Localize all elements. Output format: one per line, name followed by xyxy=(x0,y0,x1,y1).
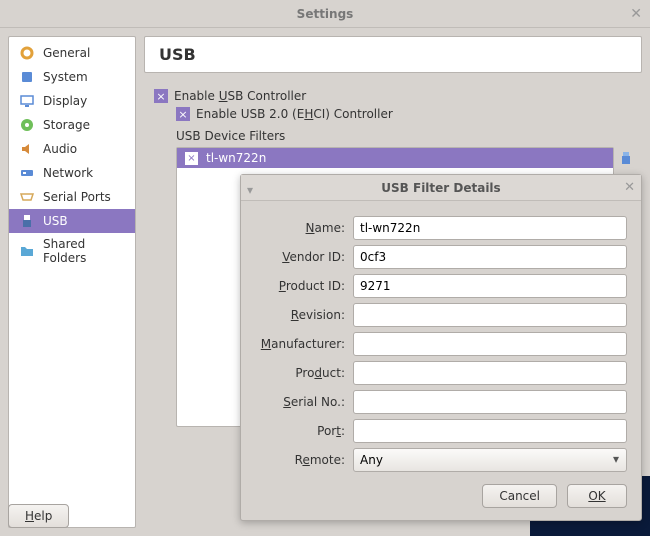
folder-icon xyxy=(19,243,35,259)
window-title: Settings xyxy=(297,7,354,21)
name-field[interactable] xyxy=(353,216,627,240)
sidebar-item-label: USB xyxy=(43,214,68,228)
vendor-id-field[interactable] xyxy=(353,245,627,269)
dialog-close-icon[interactable]: ✕ xyxy=(624,180,635,195)
product-field[interactable] xyxy=(353,361,627,385)
revision-label: Revision: xyxy=(255,308,345,322)
usb-icon xyxy=(19,213,35,229)
checkbox-icon: × xyxy=(176,107,190,121)
gear-icon xyxy=(19,45,35,61)
cancel-button[interactable]: Cancel xyxy=(482,484,557,508)
ok-button[interactable]: OK xyxy=(567,484,627,508)
sidebar-item-label: Storage xyxy=(43,118,90,132)
enable-usb-checkbox[interactable]: × Enable USB Controller xyxy=(154,89,640,103)
usb-filters-label: USB Device Filters xyxy=(176,129,640,143)
sidebar-item-system[interactable]: System xyxy=(9,65,135,89)
window-titlebar: Settings ✕ xyxy=(0,0,650,28)
usb-filter-row[interactable]: × tl-wn722n xyxy=(177,148,613,168)
enable-ehci-label: Enable USB 2.0 (EHCI) Controller xyxy=(196,107,393,121)
remote-select[interactable]: Any xyxy=(353,448,627,472)
monitor-icon xyxy=(19,93,35,109)
checkbox-icon[interactable]: × xyxy=(185,152,198,165)
dialog-titlebar[interactable]: ▾ USB Filter Details ✕ xyxy=(241,175,641,201)
manufacturer-field[interactable] xyxy=(353,332,627,356)
sidebar-item-label: Audio xyxy=(43,142,77,156)
chip-icon xyxy=(19,69,35,85)
window-close-icon[interactable]: ✕ xyxy=(630,6,642,22)
remote-label: Remote: xyxy=(255,453,345,467)
enable-ehci-checkbox[interactable]: × Enable USB 2.0 (EHCI) Controller xyxy=(176,107,640,121)
sidebar-item-label: Display xyxy=(43,94,87,108)
dialog-title: USB Filter Details xyxy=(381,181,500,195)
sidebar-item-label: Shared Folders xyxy=(43,237,125,265)
usb-filter-name: tl-wn722n xyxy=(206,151,266,165)
name-label: Name: xyxy=(255,221,345,235)
sidebar-item-audio[interactable]: Audio xyxy=(9,137,135,161)
add-empty-filter-icon[interactable] xyxy=(618,149,638,169)
sidebar-item-label: Network xyxy=(43,166,93,180)
sidebar-item-general[interactable]: General xyxy=(9,41,135,65)
serial-no-field[interactable] xyxy=(353,390,627,414)
sidebar-item-label: System xyxy=(43,70,88,84)
port-field[interactable] xyxy=(353,419,627,443)
port-label: Port: xyxy=(255,424,345,438)
checkbox-icon: × xyxy=(154,89,168,103)
network-icon xyxy=(19,165,35,181)
product-label: Product: xyxy=(255,366,345,380)
sidebar-item-usb[interactable]: USB xyxy=(9,209,135,233)
help-button[interactable]: Help xyxy=(8,504,69,528)
disk-icon xyxy=(19,117,35,133)
manufacturer-label: Manufacturer: xyxy=(255,337,345,351)
sidebar-item-label: General xyxy=(43,46,90,60)
sidebar-item-display[interactable]: Display xyxy=(9,89,135,113)
product-id-field[interactable] xyxy=(353,274,627,298)
grip-icon: ▾ xyxy=(247,183,257,193)
enable-usb-label: Enable USB Controller xyxy=(174,89,306,103)
page-title: USB xyxy=(144,36,642,73)
audio-icon xyxy=(19,141,35,157)
sidebar-item-label: Serial Ports xyxy=(43,190,111,204)
sidebar-item-shared-folders[interactable]: Shared Folders xyxy=(9,233,135,269)
settings-sidebar: General System Display Storage Audio Net… xyxy=(8,36,136,528)
usb-filter-details-dialog: ▾ USB Filter Details ✕ Name: Vendor ID: … xyxy=(240,174,642,521)
serial-no-label: Serial No.: xyxy=(255,395,345,409)
revision-field[interactable] xyxy=(353,303,627,327)
serial-port-icon xyxy=(19,189,35,205)
product-id-label: Product ID: xyxy=(255,279,345,293)
sidebar-item-network[interactable]: Network xyxy=(9,161,135,185)
sidebar-item-storage[interactable]: Storage xyxy=(9,113,135,137)
vendor-id-label: Vendor ID: xyxy=(255,250,345,264)
sidebar-item-serial-ports[interactable]: Serial Ports xyxy=(9,185,135,209)
